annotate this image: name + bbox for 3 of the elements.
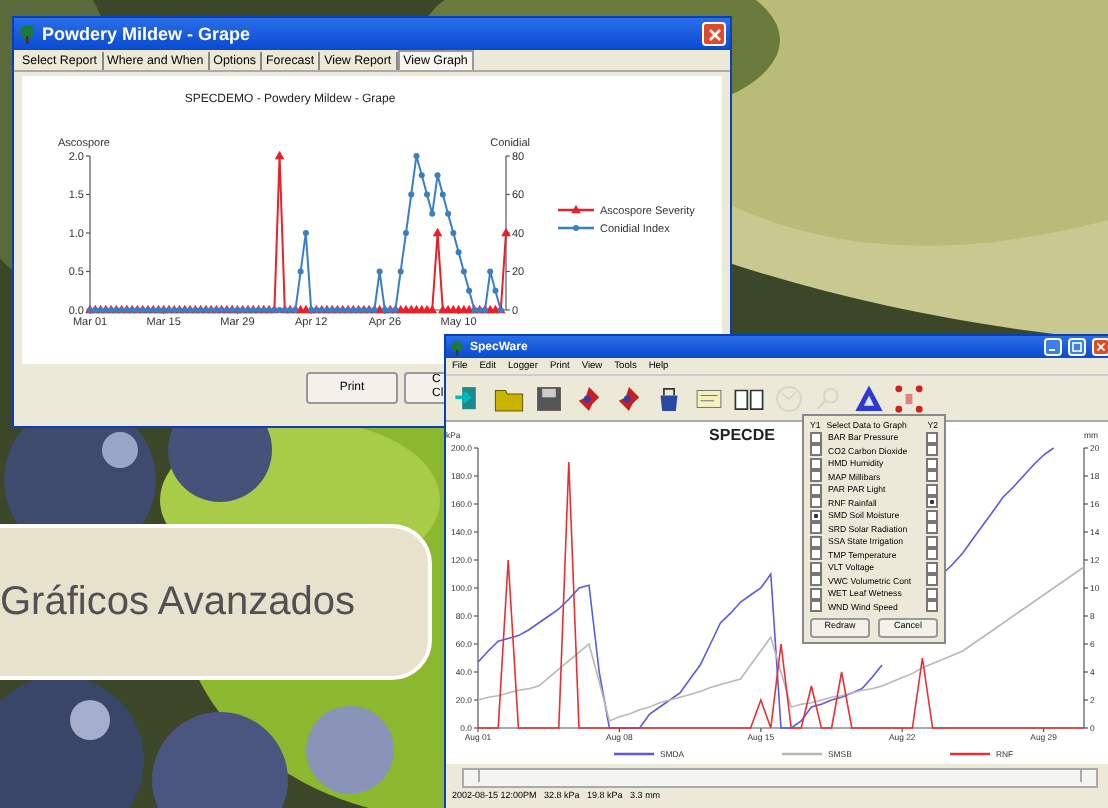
caption: Gráficos Avanzados	[0, 579, 356, 625]
window-title: Powdery Mildew - Grape	[42, 24, 253, 44]
chart-title: SPECDE	[709, 426, 775, 444]
